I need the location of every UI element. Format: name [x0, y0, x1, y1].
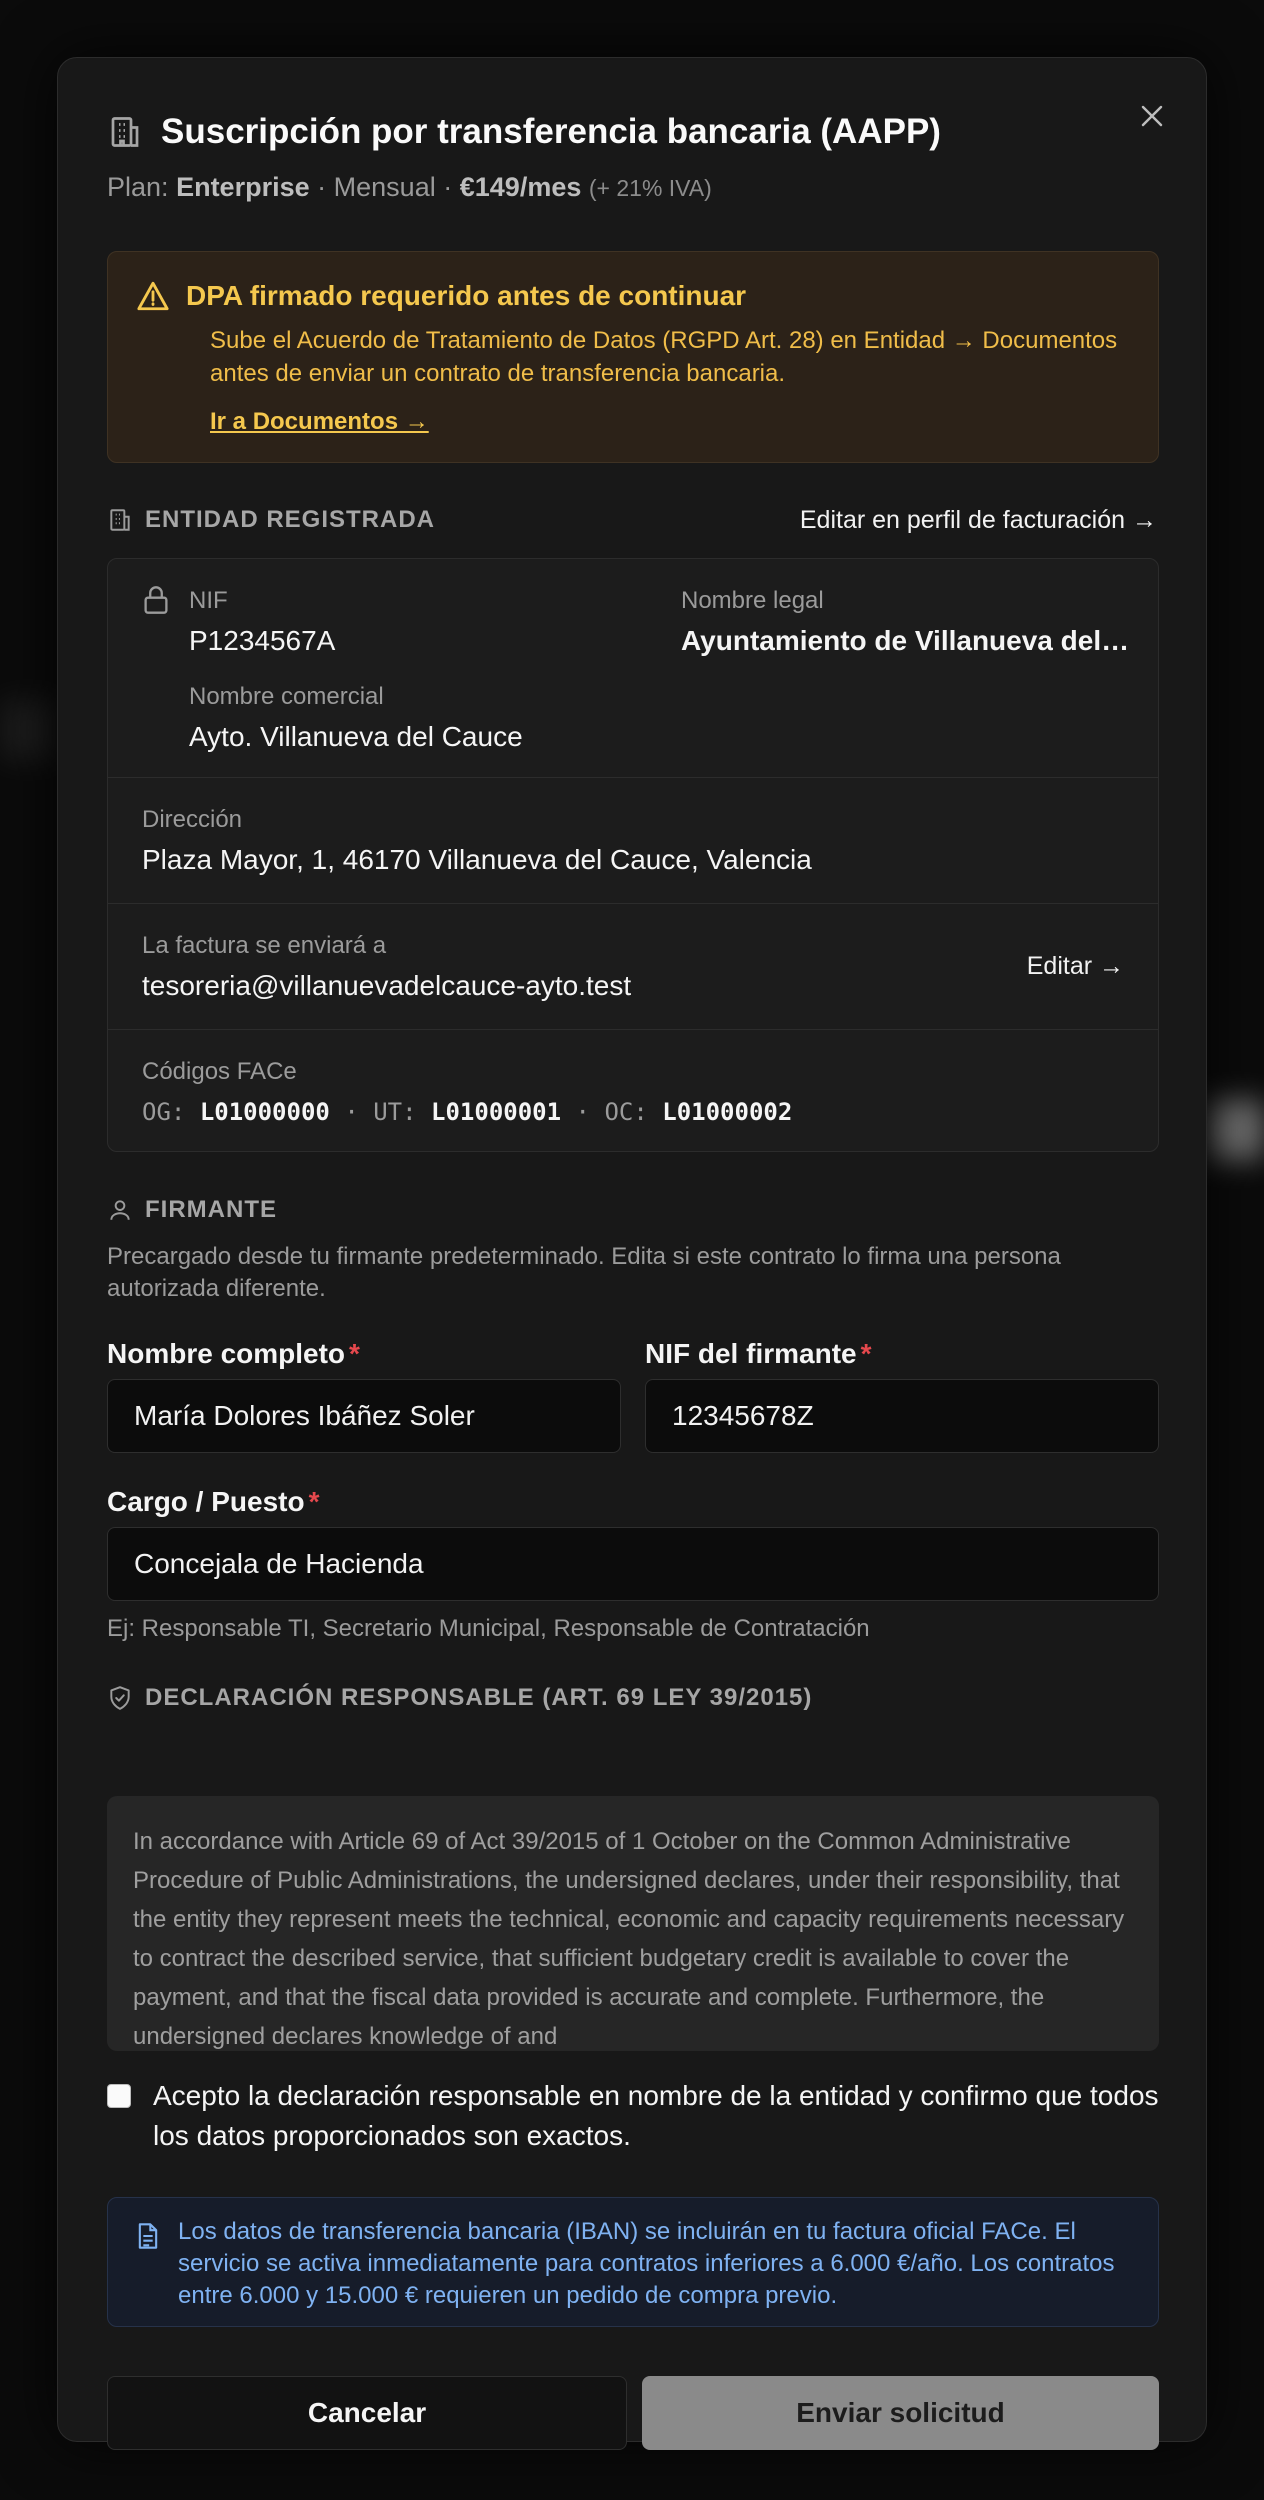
plan-tax: (+ 21% IVA): [588, 175, 712, 201]
documents-link[interactable]: Ir a Documentos →: [210, 408, 429, 436]
full-name-label-text: Nombre completo: [107, 1338, 346, 1369]
legal-name-label: Nombre legal: [681, 587, 824, 614]
nif-value: P1234567A: [189, 625, 336, 656]
declaration-section-label: DECLARACIÓN RESPONSABLE (ART. 69 LEY 39/…: [145, 1684, 813, 1711]
plan-period: Mensual: [333, 172, 436, 202]
background-blur: [0, 700, 57, 760]
plan-summary: Plan: Enterprise · Mensual · €149/mes (+…: [107, 172, 1157, 203]
building-icon: [110, 509, 130, 531]
trade-name-value: Ayto. Villanueva del Cauce: [189, 721, 523, 752]
address-value: Plaza Mayor, 1, 46170 Villanueva del Cau…: [142, 844, 812, 875]
plan-separator: ·: [443, 172, 453, 202]
signer-nif-label-text: NIF del firmante: [645, 1338, 857, 1369]
entity-address-row: Dirección Plaza Mayor, 1, 46170 Villanue…: [108, 778, 1158, 904]
required-mark: *: [349, 1338, 360, 1369]
full-name-input[interactable]: María Dolores Ibáñez Soler: [107, 1379, 621, 1453]
signer-nif-input[interactable]: 12345678Z: [645, 1379, 1159, 1453]
plan-prefix: Plan:: [107, 172, 169, 202]
invoice-label: La factura se enviará a: [142, 932, 387, 959]
face-ut-key: UT:: [373, 1098, 417, 1126]
face-og-key: OG:: [142, 1098, 186, 1126]
edit-billing-profile-link[interactable]: Editar en perfil de facturación →: [800, 506, 1157, 535]
warning-icon: [137, 281, 169, 311]
edit-invoice-email-link[interactable]: Editar →: [1027, 952, 1124, 981]
plan-separator: ·: [317, 172, 327, 202]
invoice-email: tesoreria@villanuevadelcauce-ayto.test: [142, 970, 632, 1001]
address-label: Dirección: [142, 806, 243, 833]
entity-card: NIF P1234567A Nombre legal Ayuntamiento …: [107, 558, 1159, 1152]
lock-icon: [144, 586, 168, 614]
document-icon: [138, 2223, 158, 2249]
cancel-button[interactable]: Cancelar: [107, 2376, 627, 2450]
submit-request-button[interactable]: Enviar solicitud: [642, 2376, 1159, 2450]
building-icon: [111, 117, 139, 147]
role-input[interactable]: Concejala de Hacienda: [107, 1527, 1159, 1601]
modal-title: Suscripción por transferencia bancaria (…: [161, 112, 941, 151]
declaration-checkbox[interactable]: [107, 2084, 131, 2108]
background-blur: [1207, 1100, 1264, 1160]
modal-header: Suscripción por transferencia bancaria (…: [107, 112, 1157, 203]
trade-name-label: Nombre comercial: [189, 683, 384, 710]
warning-title: DPA firmado requerido antes de continuar: [186, 280, 747, 311]
user-icon: [110, 1200, 130, 1220]
declaration-text-box[interactable]: In accordance with Article 69 of Act 39/…: [107, 1796, 1159, 2051]
plan-price: €149/mes: [459, 172, 582, 202]
declaration-checkbox-label[interactable]: Acepto la declaración responsable en nom…: [153, 2076, 1159, 2156]
dpa-warning: DPA firmado requerido antes de continuar…: [107, 251, 1159, 463]
face-oc-key: OC:: [604, 1098, 648, 1126]
warning-body: Sube el Acuerdo de Tratamiento de Datos …: [210, 327, 1118, 387]
face-label: Códigos FACe: [142, 1058, 297, 1085]
signer-section-header: FIRMANTE: [107, 1196, 277, 1224]
role-label-text: Cargo / Puesto: [107, 1486, 305, 1517]
face-separator: ·: [344, 1098, 359, 1126]
declaration-section-header: DECLARACIÓN RESPONSABLE (ART. 69 LEY 39/…: [107, 1684, 812, 1712]
entity-section-label: ENTIDAD REGISTRADA: [145, 506, 436, 533]
required-mark: *: [860, 1338, 872, 1369]
subscription-modal: Suscripción por transferencia bancaria (…: [57, 57, 1207, 2450]
plan-name: Enterprise: [176, 172, 310, 202]
signer-hint: Precargado desde tu firmante predetermin…: [107, 1243, 1061, 1302]
face-ut-code: L01000001: [431, 1098, 562, 1126]
role-label: Cargo / Puesto *: [107, 1486, 320, 1518]
entity-invoice-row: La factura se enviará a tesoreria@villan…: [108, 904, 1158, 1030]
face-codes: OG: L01000000 · UT: L01000001 · OC: L010…: [142, 1098, 1124, 1126]
signer-section-label: FIRMANTE: [145, 1196, 277, 1223]
required-mark: *: [308, 1486, 320, 1517]
signer-nif-label: NIF del firmante *: [645, 1338, 872, 1370]
entity-section-header: ENTIDAD REGISTRADA: [107, 506, 435, 534]
entity-identity-row: NIF P1234567A Nombre legal Ayuntamiento …: [108, 559, 1158, 778]
entity-face-row: Códigos FACe OG: L01000000 · UT: L010000…: [108, 1030, 1158, 1153]
bank-transfer-info-text: Los datos de transferencia bancaria (IBA…: [178, 2218, 1115, 2309]
declaration-accept-row[interactable]: Acepto la declaración responsable en nom…: [107, 2076, 1159, 2156]
face-oc-code: L01000002: [662, 1098, 793, 1126]
full-name-label: Nombre completo *: [107, 1338, 360, 1370]
legal-name-value: Ayuntamiento de Villanueva del Cauce: [681, 625, 1131, 656]
nif-label: NIF: [189, 587, 228, 614]
role-hint: Ej: Responsable TI, Secretario Municipal…: [107, 1615, 870, 1642]
face-separator: ·: [575, 1098, 590, 1126]
face-og-code: L01000000: [199, 1098, 330, 1126]
shield-check-icon: [110, 1686, 130, 1710]
bank-transfer-info: Los datos de transferencia bancaria (IBA…: [107, 2197, 1159, 2327]
